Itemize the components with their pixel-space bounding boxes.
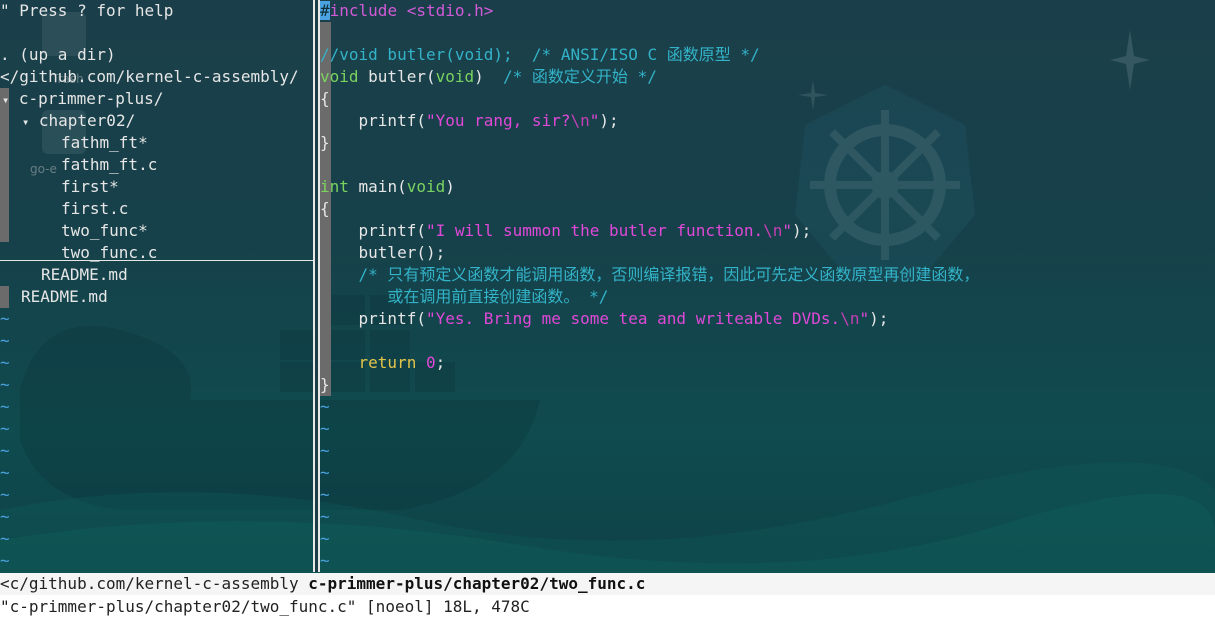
code-line-6[interactable]: printf("You rang, sir?\n"); [320,110,619,132]
empty-line-tilde: ~ [0,419,10,438]
empty-line-tilde: ~ [0,397,10,416]
empty-line-tilde: ~ [320,397,330,416]
code-line-1[interactable]: #include <stdio.h> [320,0,493,22]
tree-root-path[interactable]: </github.com/kernel-c-assembly/ [0,66,299,88]
tree-item-file[interactable]: README.md [41,264,128,286]
tree-item-file[interactable]: first.c [61,198,128,220]
empty-line-tilde: ~ [320,551,330,570]
code-line-14[interactable]: /* 只有预定义函数才能调用函数，否则编译报错，因此可先定义函数原型再创建函数， [320,264,980,286]
empty-line-tilde: ~ [0,331,10,350]
sign-gutter [0,176,9,198]
vertical-split-separator[interactable] [313,0,320,572]
sparkle-icon [798,80,828,110]
status-filename: c-primmer-plus/chapter02/two_func.c [308,574,646,593]
code-line-15[interactable]: 或在调用前直接创建函数。 */ [320,286,608,308]
empty-line-tilde: ~ [0,551,10,570]
code-line-19[interactable]: } [320,374,330,396]
empty-line-tilde: ~ [0,441,10,460]
code-line-12[interactable]: printf("I will summon the butler functio… [320,220,812,242]
empty-line-tilde: ~ [0,529,10,548]
cursorline-underline [0,260,313,261]
empty-line-tilde: ~ [0,309,10,328]
code-line-10[interactable]: int main(void) [320,176,455,198]
sign-gutter [0,132,9,154]
sign-gutter [0,110,9,132]
empty-line-tilde: ~ [320,441,330,460]
command-line[interactable]: "c-primmer-plus/chapter02/two_func.c" [n… [0,595,1215,618]
empty-line-tilde: ~ [320,485,330,504]
sign-gutter [0,154,9,176]
code-line-7[interactable]: } [320,132,330,154]
tree-item-file[interactable]: first* [61,176,119,198]
empty-line-tilde: ~ [0,353,10,372]
nerdtree-pane[interactable]: " Press ? for help . (up a dir) </github… [0,0,313,572]
sign-gutter [0,198,9,220]
empty-line-tilde: ~ [320,529,330,548]
empty-line-tilde: ~ [0,507,10,526]
sign-gutter [320,22,331,44]
code-line-18[interactable]: return 0; [320,352,446,374]
empty-line-tilde: ~ [0,375,10,394]
status-left: <c/github.com/kernel-c-assembly [0,574,309,593]
empty-line-tilde: ~ [320,463,330,482]
status-line: <c/github.com/kernel-c-assembly c-primme… [0,573,1215,595]
sparkle-icon [1110,30,1150,90]
code-line-13[interactable]: butler(); [320,242,446,264]
tree-item-file[interactable]: two_func* [61,220,148,242]
tree-item-file[interactable]: fathm_ft* [61,132,148,154]
up-dir-item[interactable]: . (up a dir) [0,44,116,66]
sign-gutter [320,154,331,176]
empty-line-tilde: ~ [320,507,330,526]
include-directive: include [329,1,398,20]
code-line-3[interactable]: //void butler(void); /* ANSI/ISO C 函数原型 … [320,44,760,66]
tree-item-file[interactable]: fathm_ft.c [61,154,157,176]
sign-gutter [0,286,9,308]
empty-line-tilde: ~ [0,463,10,482]
tree-item-file[interactable]: README.md [21,286,108,308]
code-line-11[interactable]: { [320,198,330,220]
sign-gutter [0,220,9,242]
code-line-5[interactable]: { [320,88,330,110]
kubernetes-logo-icon [795,85,975,280]
tree-item-c-primmer-plus[interactable]: ▾ c-primmer-plus/ [2,88,163,110]
code-line-16[interactable]: printf("Yes. Bring me some tea and write… [320,308,889,330]
code-line-4[interactable]: void butler(void) /* 函数定义开始 */ [320,66,657,88]
empty-line-tilde: ~ [0,485,10,504]
tree-item-chapter02[interactable]: ▾ chapter02/ [22,110,135,132]
help-hint: " Press ? for help [0,1,174,20]
sign-gutter [320,330,331,352]
empty-line-tilde: ~ [320,419,330,438]
